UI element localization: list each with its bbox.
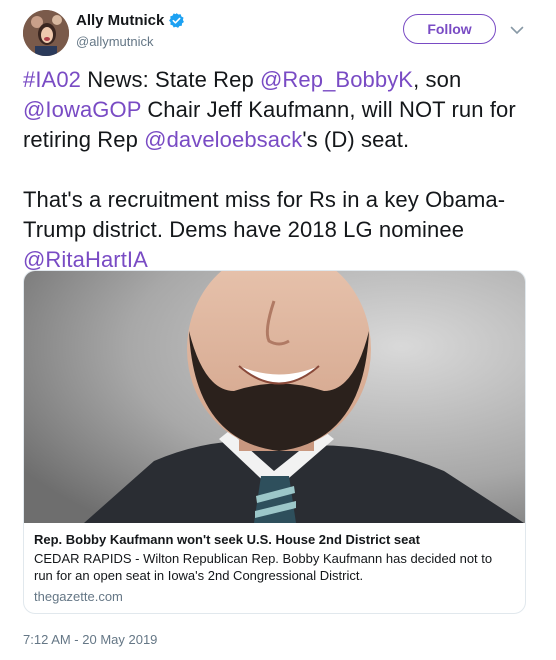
tweet-timestamp[interactable]: 7:12 AM - 20 May 2019	[23, 632, 157, 647]
tweet-header: Ally Mutnick @allymutnick Follow	[0, 0, 556, 60]
follow-button[interactable]: Follow	[403, 14, 496, 44]
tweet-link[interactable]: #IA02	[23, 67, 81, 92]
card-description: CEDAR RAPIDS - Wilton Republican Rep. Bo…	[34, 551, 493, 583]
tweet-paragraph-2: That's a recruitment miss for Rs in a ke…	[23, 185, 538, 275]
tweet-link[interactable]: @Rep_BobbyK	[260, 67, 413, 92]
tweet-text-run: 's (D) seat.	[302, 127, 410, 152]
tweet-link[interactable]: @RitaHartIA	[23, 247, 148, 272]
name-row: Ally Mutnick	[76, 12, 185, 29]
card-title[interactable]: Rep. Bobby Kaufmann won't seek U.S. Hous…	[34, 531, 514, 548]
card-image[interactable]	[24, 271, 525, 523]
tweet-link[interactable]: @IowaGOP	[23, 97, 141, 122]
avatar[interactable]	[23, 10, 69, 56]
tweet-link[interactable]: @daveloebsack	[144, 127, 302, 152]
card-text: Rep. Bobby Kaufmann won't seek U.S. Hous…	[34, 531, 514, 604]
tweet-text-run: , son	[413, 67, 462, 92]
card-domain: thegazette.com	[34, 589, 123, 604]
link-card[interactable]: Rep. Bobby Kaufmann won't seek U.S. Hous…	[23, 270, 526, 614]
tweet-text-run: That's a recruitment miss for Rs in a ke…	[23, 187, 506, 242]
user-handle[interactable]: @allymutnick	[76, 34, 154, 49]
verified-badge-icon	[168, 12, 185, 29]
tweet-text: #IA02 News: State Rep @Rep_BobbyK, son @…	[23, 65, 538, 275]
display-name[interactable]: Ally Mutnick	[76, 12, 164, 29]
tweet-paragraph-1: #IA02 News: State Rep @Rep_BobbyK, son @…	[23, 65, 538, 155]
chevron-down-icon[interactable]	[509, 22, 525, 38]
tweet-text-run: News: State Rep	[81, 67, 260, 92]
